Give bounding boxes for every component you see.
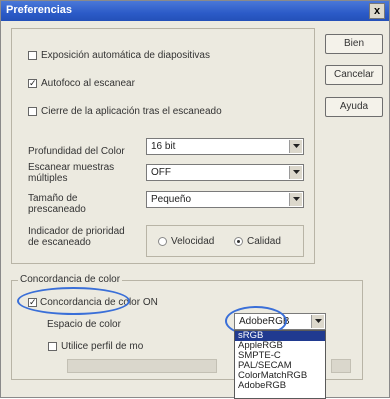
help-button[interactable]: Ayuda	[325, 97, 383, 117]
color-matching-group-label: Concordancia de color	[18, 274, 123, 285]
priority-label-line2: de escaneado	[28, 237, 91, 248]
speed-label: Velocidad	[171, 236, 215, 247]
chevron-down-icon	[289, 140, 302, 153]
browse-button[interactable]	[331, 359, 351, 373]
color-space-label: Espacio de color	[47, 319, 121, 330]
profile-field[interactable]	[67, 359, 217, 373]
priority-label: Indicador de prioridad de escaneado	[28, 226, 125, 248]
close-app-checkbox[interactable]	[28, 107, 37, 116]
preview-size-label-line1: Tamaño de	[28, 193, 78, 204]
quality-label: Calidad	[247, 236, 281, 247]
autofocus-label: Autofoco al escanear	[41, 78, 135, 89]
multi-sample-select[interactable]: OFF	[146, 164, 304, 181]
preview-size-select[interactable]: Pequeño	[146, 191, 304, 208]
chevron-down-icon	[289, 166, 302, 179]
preview-size-value: Pequeño	[151, 194, 192, 205]
dialog-title: Preferencias	[6, 4, 73, 16]
title-bar: Preferencias x	[1, 1, 389, 21]
auto-exposure-checkbox[interactable]	[28, 51, 37, 60]
multi-sample-label: Escanear muestras múltiples	[28, 162, 114, 184]
color-depth-select[interactable]: 16 bit	[146, 138, 304, 155]
chevron-down-icon	[289, 193, 302, 206]
check-icon: ✓	[29, 78, 37, 88]
color-space-dropdown-list: sRGB AppleRGB SMPTE-C PAL/SECAM ColorMat…	[234, 330, 326, 399]
autofocus-checkbox[interactable]: ✓	[28, 78, 37, 88]
dropdown-option[interactable]: AdobeRGB	[235, 381, 325, 391]
close-app-label: Cierre de la aplicación tras el escanead…	[41, 106, 222, 117]
use-profile-label: Utilice perfil de mo	[61, 341, 144, 352]
quality-radio[interactable]	[234, 237, 243, 246]
priority-label-line1: Indicador de prioridad	[28, 226, 125, 237]
multi-sample-label-line1: Escanear muestras	[28, 162, 115, 173]
speed-radio[interactable]	[158, 237, 167, 246]
close-button[interactable]: x	[369, 3, 385, 19]
auto-exposure-label: Exposición automática de diapositivas	[41, 50, 210, 61]
multi-sample-value: OFF	[151, 167, 171, 178]
cancel-button[interactable]: Cancelar	[325, 65, 383, 85]
color-depth-value: 16 bit	[151, 141, 176, 152]
preferences-dialog: Preferencias x Bien Cancelar Ayuda Expos…	[0, 0, 390, 399]
highlight-ellipse	[17, 287, 130, 315]
ok-button[interactable]: Bien	[325, 34, 383, 54]
use-profile-checkbox[interactable]	[48, 342, 57, 351]
color-depth-label: Profundidad del Color	[28, 146, 125, 157]
chevron-down-icon	[311, 315, 324, 328]
multi-sample-label-line2: múltiples	[28, 173, 68, 184]
preview-size-label: Tamaño de prescaneado	[28, 193, 86, 215]
preview-size-label-line2: prescaneado	[28, 204, 86, 215]
